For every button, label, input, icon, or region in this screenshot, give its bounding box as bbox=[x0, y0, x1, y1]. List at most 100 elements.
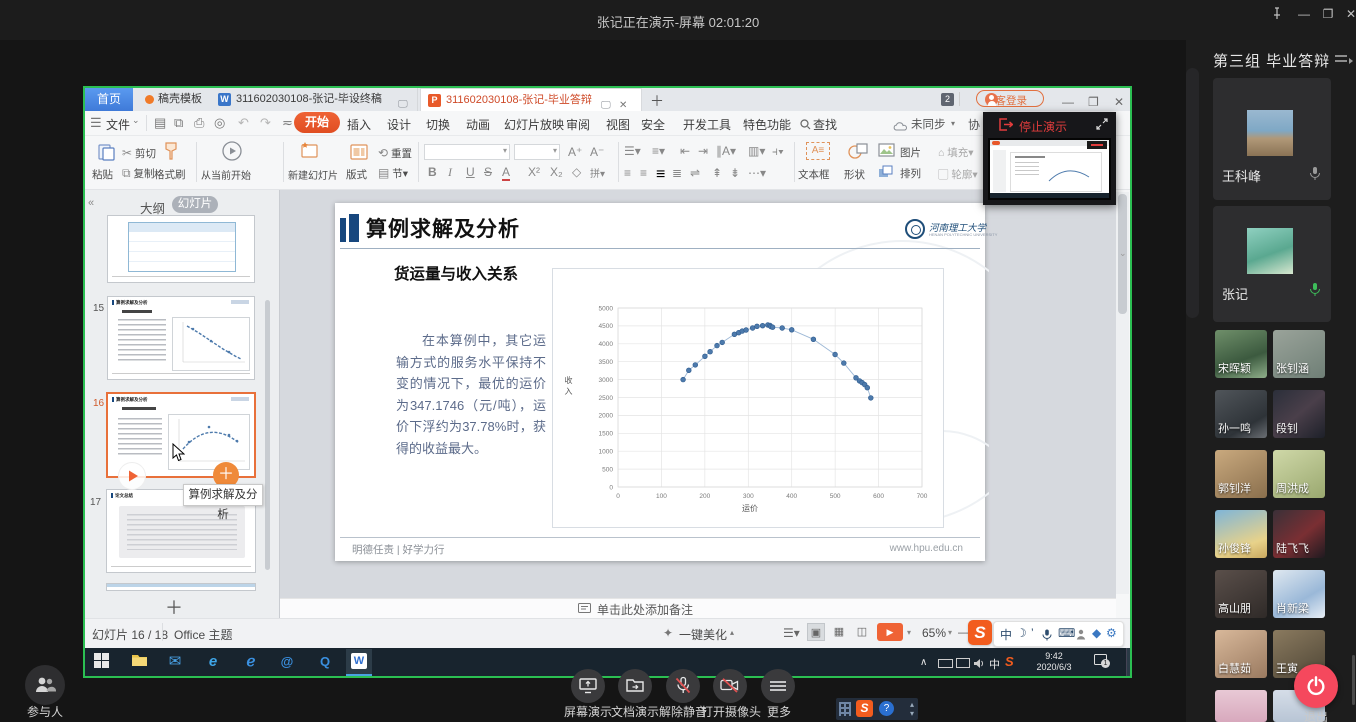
sorter-view-button[interactable]: ▦ bbox=[830, 623, 848, 641]
decrease-font-button[interactable]: A⁻ bbox=[590, 145, 604, 159]
participant-tile[interactable]: 段钊 bbox=[1273, 390, 1325, 438]
mail-app-icon[interactable]: ✉ bbox=[166, 653, 184, 671]
sogou-bar-logo-icon[interactable]: S bbox=[856, 700, 873, 717]
find-menu[interactable]: 查找 bbox=[813, 116, 837, 133]
preview-icon[interactable]: ◎ bbox=[214, 115, 225, 131]
increase-font-button[interactable]: A⁺ bbox=[568, 145, 582, 159]
restore-icon[interactable]: ❐ bbox=[1320, 7, 1336, 21]
distribute-button[interactable]: ⇌ bbox=[690, 166, 700, 180]
clock[interactable]: 9:42 2020/6/3 bbox=[1028, 651, 1080, 673]
wps-minimize-icon[interactable]: — bbox=[1062, 95, 1074, 109]
increase-indent-button[interactable]: ⇥ bbox=[698, 144, 708, 158]
participants-button[interactable] bbox=[25, 665, 65, 705]
para-spacing-button[interactable]: ⇟ bbox=[730, 166, 740, 180]
play-from-current-icon[interactable] bbox=[221, 140, 243, 167]
sogou-tray-icon[interactable]: S bbox=[1005, 654, 1014, 669]
participant-tile[interactable]: 郭钊洋 bbox=[1215, 450, 1267, 498]
file-menu[interactable]: 文件 bbox=[106, 116, 130, 133]
copy-button[interactable]: ⧉ 复制 bbox=[122, 166, 155, 181]
print-icon[interactable]: ⎙ bbox=[194, 115, 204, 131]
picture-button[interactable]: 图片 bbox=[900, 145, 921, 160]
decrease-indent-button[interactable]: ⇤ bbox=[680, 144, 690, 158]
theme-label[interactable]: Office 主题 bbox=[174, 626, 232, 643]
menu-security[interactable]: 安全 bbox=[641, 116, 665, 133]
fill-button[interactable]: ⌂ 填充▾ bbox=[938, 145, 974, 160]
participant-tile[interactable]: 白慧茹 bbox=[1215, 630, 1267, 678]
file-explorer-icon[interactable] bbox=[130, 653, 148, 671]
edge-browser-icon[interactable]: e bbox=[204, 653, 222, 671]
screen-share-button[interactable] bbox=[571, 669, 605, 703]
wps-restore-icon[interactable]: ❐ bbox=[1088, 95, 1099, 109]
participant-tile[interactable]: 肖新梁 bbox=[1273, 570, 1325, 618]
tray-expand-icon[interactable]: ∧ bbox=[920, 657, 927, 668]
camera-button[interactable] bbox=[713, 669, 747, 703]
paste-icon[interactable] bbox=[96, 142, 116, 167]
add-slide-button[interactable]: ＋ bbox=[165, 594, 183, 620]
hamburger-icon[interactable]: ☰ bbox=[90, 115, 102, 131]
font-color-button[interactable]: A bbox=[502, 165, 510, 181]
font-name-select[interactable] bbox=[424, 144, 510, 160]
speaker-icon[interactable] bbox=[973, 656, 985, 674]
ime-tools-icon[interactable]: ⚙ bbox=[1106, 626, 1117, 640]
participant-tile[interactable]: 孙俊锋 bbox=[1215, 510, 1267, 558]
ime-skin-icon[interactable]: ◆ bbox=[1092, 626, 1101, 640]
participant-tile-partial[interactable] bbox=[1215, 690, 1267, 722]
sidebar-scrollbar[interactable] bbox=[1352, 655, 1355, 705]
menu-view[interactable]: 视图 bbox=[606, 116, 630, 133]
new-slide-button[interactable]: 新建幻灯片 bbox=[288, 167, 338, 182]
phonetic-button[interactable]: 拼▾ bbox=[590, 165, 605, 180]
new-slide-icon[interactable] bbox=[298, 141, 320, 166]
shapes-button[interactable]: 形状 bbox=[844, 167, 865, 182]
menu-devtools[interactable]: 开发工具 bbox=[683, 116, 731, 133]
participant-tile[interactable]: 陆飞飞 bbox=[1273, 510, 1325, 558]
email-client-icon[interactable]: @ bbox=[278, 653, 296, 671]
participant-tile[interactable]: 周洪成 bbox=[1273, 450, 1325, 498]
layout-switch-icon[interactable] bbox=[1335, 53, 1353, 71]
shapes-icon[interactable] bbox=[848, 143, 868, 165]
unmute-button[interactable] bbox=[666, 669, 700, 703]
participant-tile[interactable]: 张钊涵 bbox=[1273, 330, 1325, 378]
menu-transition[interactable]: 切换 bbox=[426, 116, 450, 133]
sogou-logo-icon[interactable]: S bbox=[968, 620, 992, 645]
align-left-button[interactable]: ≡ bbox=[624, 166, 631, 180]
export-icon[interactable]: ⧉ bbox=[174, 115, 183, 131]
align-center-button[interactable]: ≡ bbox=[640, 166, 647, 180]
play-from-current-button[interactable]: 从当前开始 bbox=[201, 167, 251, 182]
tab-word-doc[interactable]: W 311602030108-张记-毕设终稿 🖵 bbox=[211, 88, 418, 111]
guest-login-button[interactable]: 访客登录 bbox=[976, 90, 1044, 107]
ime-desktop-bar[interactable]: S ? ▴▾ bbox=[836, 698, 918, 720]
section-button[interactable]: ▤ 节▾ bbox=[378, 166, 408, 181]
ime-mode-icon[interactable]: 中 bbox=[1000, 626, 1012, 643]
outline-button[interactable]: ▢ 轮廓▾ bbox=[938, 167, 978, 182]
collaborate-label[interactable]: 协 bbox=[968, 116, 980, 133]
redo-icon[interactable]: ↷ bbox=[260, 115, 271, 131]
textbox-button[interactable]: 文本框 bbox=[798, 167, 830, 182]
wps-close-icon[interactable]: ✕ bbox=[1114, 95, 1124, 109]
help-icon[interactable]: ? bbox=[879, 701, 894, 716]
menu-features[interactable]: 特色功能 bbox=[743, 116, 791, 133]
minimize-icon[interactable]: — bbox=[1296, 7, 1312, 21]
layout-button[interactable]: 版式 bbox=[346, 167, 367, 182]
chevron-down-icon[interactable]: ⌄ bbox=[132, 115, 140, 126]
participant-card-zhangji[interactable]: 张记 bbox=[1213, 206, 1331, 322]
doc-share-button[interactable] bbox=[618, 669, 652, 703]
slide-thumb-18-partial[interactable] bbox=[106, 583, 256, 591]
slide-play-button[interactable] bbox=[118, 462, 146, 490]
more-button[interactable] bbox=[761, 669, 795, 703]
panel-scrollbar[interactable] bbox=[265, 300, 270, 570]
line-spacing-button[interactable]: ⇞ bbox=[712, 166, 722, 180]
justify-button[interactable]: ≣ bbox=[672, 166, 682, 180]
chevron-down-icon[interactable]: ▾ bbox=[907, 628, 911, 637]
bullet-list-button[interactable]: ☰▾ bbox=[624, 144, 641, 158]
cut-button[interactable]: ✂ 剪切 bbox=[122, 146, 156, 161]
exit-meeting-button[interactable] bbox=[1294, 664, 1338, 708]
arrange-icon[interactable] bbox=[878, 164, 895, 184]
underline-button[interactable]: U bbox=[466, 165, 475, 179]
normal-view-button[interactable]: ▣ bbox=[807, 623, 825, 641]
reset-button[interactable]: ⟲ 重置 bbox=[378, 146, 412, 161]
slide-thumb-15[interactable]: 算例求解及分析 bbox=[107, 296, 255, 380]
menu-slideshow[interactable]: 幻灯片放映 bbox=[504, 116, 564, 133]
clear-format-button[interactable]: ◇ bbox=[572, 165, 581, 179]
wps-taskbar-button-active[interactable]: W bbox=[346, 649, 372, 676]
zoom-level[interactable]: 65% bbox=[922, 626, 946, 640]
